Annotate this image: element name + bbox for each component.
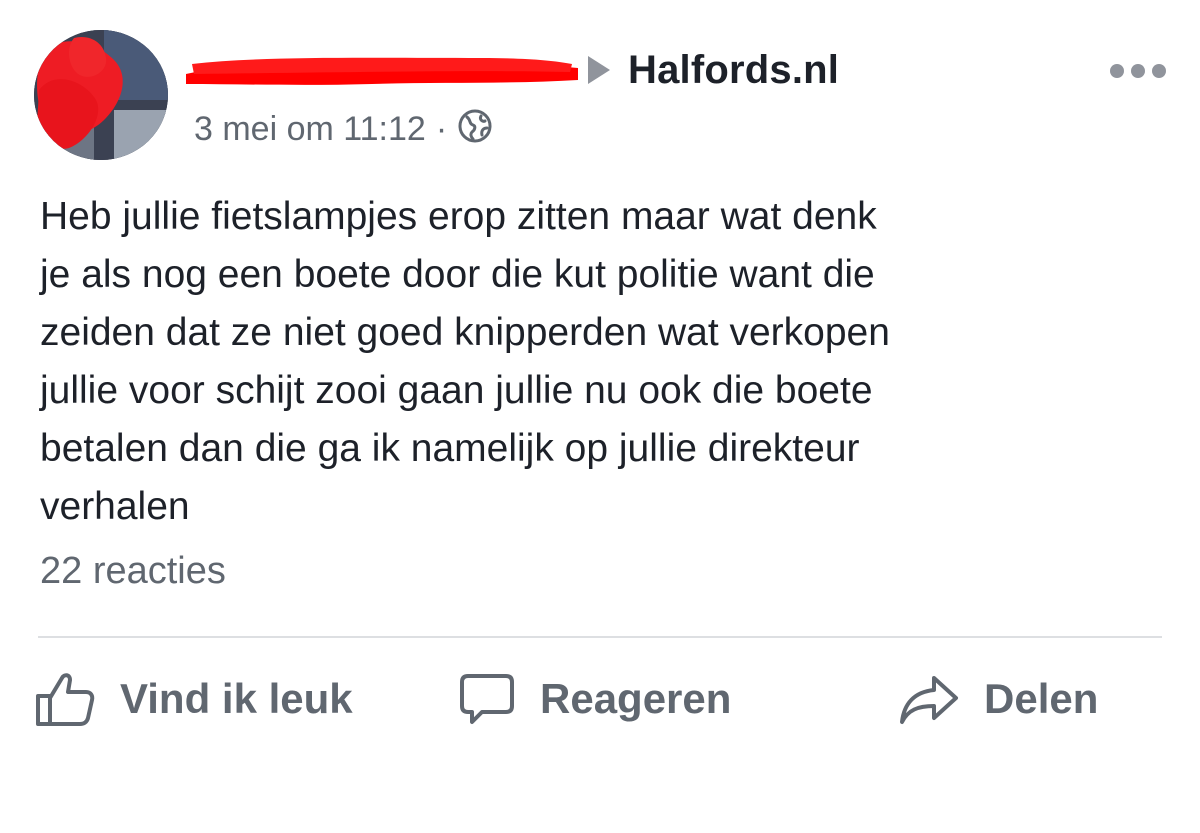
shared-to-arrow-icon <box>588 56 610 84</box>
dot <box>1110 64 1124 78</box>
globe-icon[interactable] <box>457 108 493 153</box>
comment-label: Reageren <box>540 675 732 722</box>
share-button[interactable]: Delen <box>898 668 1098 730</box>
dot <box>1131 64 1145 78</box>
share-arrow-icon <box>900 676 958 724</box>
dot <box>1152 64 1166 78</box>
redacted-author-name[interactable] <box>186 44 580 96</box>
thumbs-up-icon <box>36 673 95 726</box>
post-header: Halfords.nl <box>186 42 839 98</box>
target-page-link[interactable]: Halfords.nl <box>628 48 839 93</box>
comment-button[interactable]: Reageren <box>458 668 731 730</box>
post-body-text: Heb jullie fietslampjes erop zitten maar… <box>40 195 890 528</box>
more-options-icon[interactable] <box>1110 64 1166 78</box>
divider <box>38 636 1162 638</box>
post-meta: 3 mei om 11:12 · <box>194 106 493 153</box>
like-button[interactable]: Vind ik leuk <box>34 668 353 730</box>
redaction-scribble <box>186 57 578 85</box>
comments-count-link[interactable]: 22 reacties <box>40 550 226 593</box>
like-label: Vind ik leuk <box>120 675 353 722</box>
meta-separator: · <box>435 110 448 148</box>
comment-bubble-icon <box>460 674 514 724</box>
author-avatar[interactable] <box>34 30 168 160</box>
post-timestamp[interactable]: 3 mei om 11:12 <box>194 110 426 149</box>
share-label: Delen <box>984 675 1099 722</box>
